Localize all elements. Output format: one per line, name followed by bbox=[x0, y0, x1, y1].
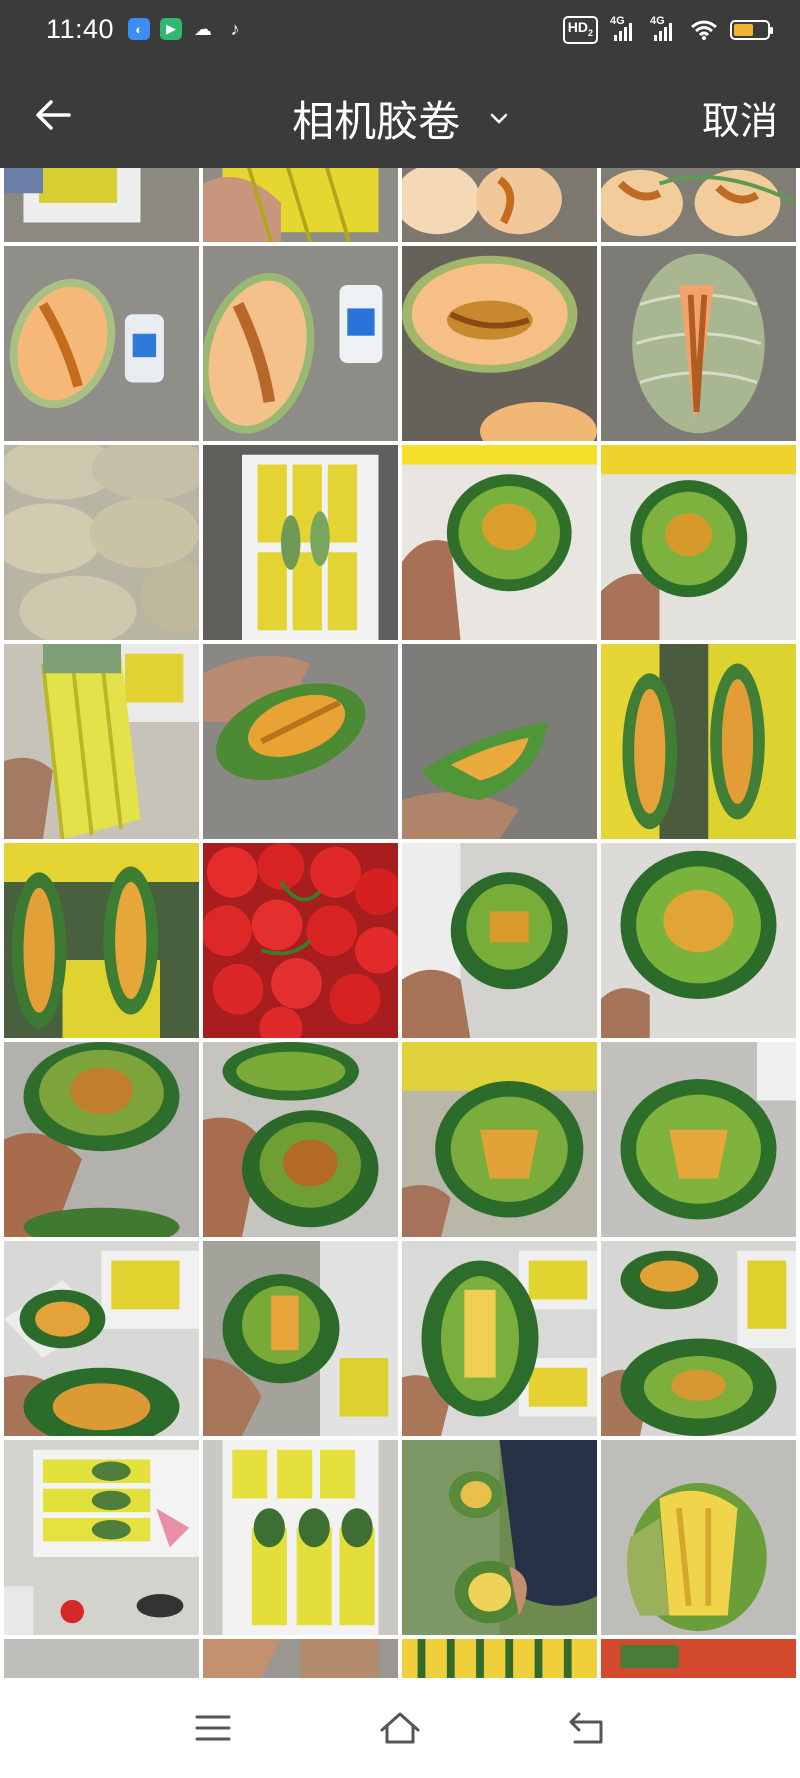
photo-row bbox=[0, 1042, 796, 1237]
photo-thumbnail[interactable] bbox=[601, 168, 796, 242]
photo-thumbnail[interactable] bbox=[4, 1440, 199, 1635]
play-icon: ▶ bbox=[160, 18, 182, 40]
chevron-down-icon bbox=[490, 113, 508, 124]
photo-thumbnail[interactable] bbox=[4, 644, 199, 839]
menu-button[interactable] bbox=[188, 1703, 238, 1753]
photo-thumbnail[interactable] bbox=[203, 445, 398, 640]
photo-thumbnail[interactable] bbox=[402, 168, 597, 242]
cancel-button[interactable]: 取消 bbox=[702, 90, 778, 145]
hd-badge: HD2 bbox=[562, 16, 598, 44]
photo-thumbnail[interactable] bbox=[402, 1241, 597, 1436]
photo-row bbox=[0, 1241, 796, 1436]
home-button[interactable] bbox=[375, 1703, 425, 1753]
photo-thumbnail[interactable] bbox=[601, 843, 796, 1038]
photo-row bbox=[0, 168, 796, 242]
photo-grid[interactable] bbox=[0, 168, 800, 1678]
photo-thumbnail[interactable] bbox=[402, 843, 597, 1038]
photo-thumbnail[interactable] bbox=[203, 843, 398, 1038]
chrome-like-icon: ◐ bbox=[128, 18, 150, 40]
photo-thumbnail[interactable] bbox=[601, 1042, 796, 1237]
photo-thumbnail[interactable] bbox=[4, 1639, 199, 1678]
photo-thumbnail[interactable] bbox=[4, 1241, 199, 1436]
photo-thumbnail[interactable] bbox=[402, 1639, 597, 1678]
album-selector[interactable]: 相机胶卷 bbox=[0, 88, 800, 149]
status-indicators: HD2 4G 4G bbox=[562, 15, 773, 44]
signal-icon: 4G bbox=[650, 15, 678, 41]
photo-thumbnail[interactable] bbox=[601, 445, 796, 640]
navigation-bar bbox=[0, 1678, 800, 1778]
photo-thumbnail[interactable] bbox=[402, 445, 597, 640]
photo-thumbnail[interactable] bbox=[402, 1042, 597, 1237]
photo-thumbnail[interactable] bbox=[203, 1241, 398, 1436]
photo-thumbnail[interactable] bbox=[203, 246, 398, 441]
photo-thumbnail[interactable] bbox=[402, 644, 597, 839]
photo-row bbox=[0, 843, 796, 1038]
photo-thumbnail[interactable] bbox=[4, 246, 199, 441]
photo-thumbnail[interactable] bbox=[601, 1241, 796, 1436]
home-icon bbox=[380, 1712, 420, 1744]
page-title: 相机胶卷 bbox=[292, 98, 461, 145]
photo-thumbnail[interactable] bbox=[203, 644, 398, 839]
status-app-icons: ◐ ▶ ☁ ♪ bbox=[128, 18, 246, 40]
photo-thumbnail[interactable] bbox=[4, 843, 199, 1038]
title-bar: 相机胶卷 取消 bbox=[0, 62, 800, 168]
signal-icon: 4G bbox=[610, 15, 638, 41]
photo-thumbnail[interactable] bbox=[203, 1042, 398, 1237]
photo-thumbnail[interactable] bbox=[402, 246, 597, 441]
photo-row bbox=[0, 445, 796, 640]
photo-thumbnail[interactable] bbox=[203, 168, 398, 242]
nav-back-button[interactable] bbox=[562, 1703, 612, 1753]
photo-row bbox=[0, 644, 796, 839]
tiktok-icon: ♪ bbox=[230, 18, 240, 39]
status-bar: 11:40 ◐ ▶ ☁ ♪ HD2 4G 4G bbox=[0, 0, 800, 62]
photo-thumbnail[interactable] bbox=[4, 168, 199, 242]
photo-row bbox=[0, 1440, 796, 1635]
photo-thumbnail[interactable] bbox=[601, 246, 796, 441]
photo-thumbnail[interactable] bbox=[601, 1440, 796, 1635]
photo-thumbnail[interactable] bbox=[402, 1440, 597, 1635]
photo-thumbnail[interactable] bbox=[4, 1042, 199, 1237]
photo-row bbox=[0, 1639, 796, 1678]
photo-thumbnail[interactable] bbox=[203, 1639, 398, 1678]
back-icon bbox=[569, 1712, 603, 1744]
status-time: 11:40 bbox=[46, 14, 115, 44]
wifi-icon bbox=[691, 20, 717, 40]
photo-thumbnail[interactable] bbox=[601, 1639, 796, 1678]
menu-icon bbox=[195, 1715, 231, 1741]
photo-thumbnail[interactable] bbox=[601, 644, 796, 839]
photo-thumbnail[interactable] bbox=[203, 1440, 398, 1635]
photo-thumbnail[interactable] bbox=[4, 445, 199, 640]
photo-row bbox=[0, 246, 796, 441]
battery-icon bbox=[730, 19, 773, 40]
wechat-icon: ☁ bbox=[194, 18, 212, 39]
